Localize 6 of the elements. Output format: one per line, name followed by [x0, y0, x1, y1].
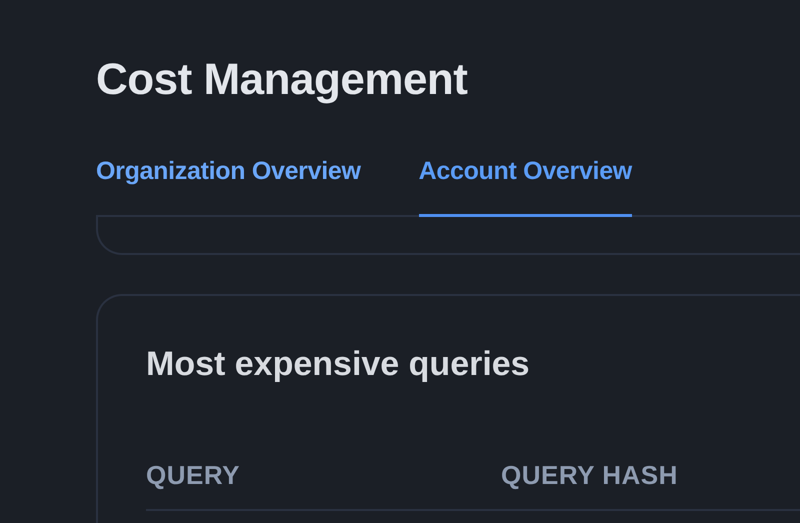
column-header: QUERY HASH [501, 460, 679, 491]
tab[interactable]: Organization Overview [96, 157, 361, 217]
page-title: Cost Management [96, 54, 468, 106]
tab[interactable]: Account Overview [418, 157, 632, 217]
column-header: QUERY [146, 460, 241, 491]
section-title: Most expensive queries [146, 344, 531, 385]
